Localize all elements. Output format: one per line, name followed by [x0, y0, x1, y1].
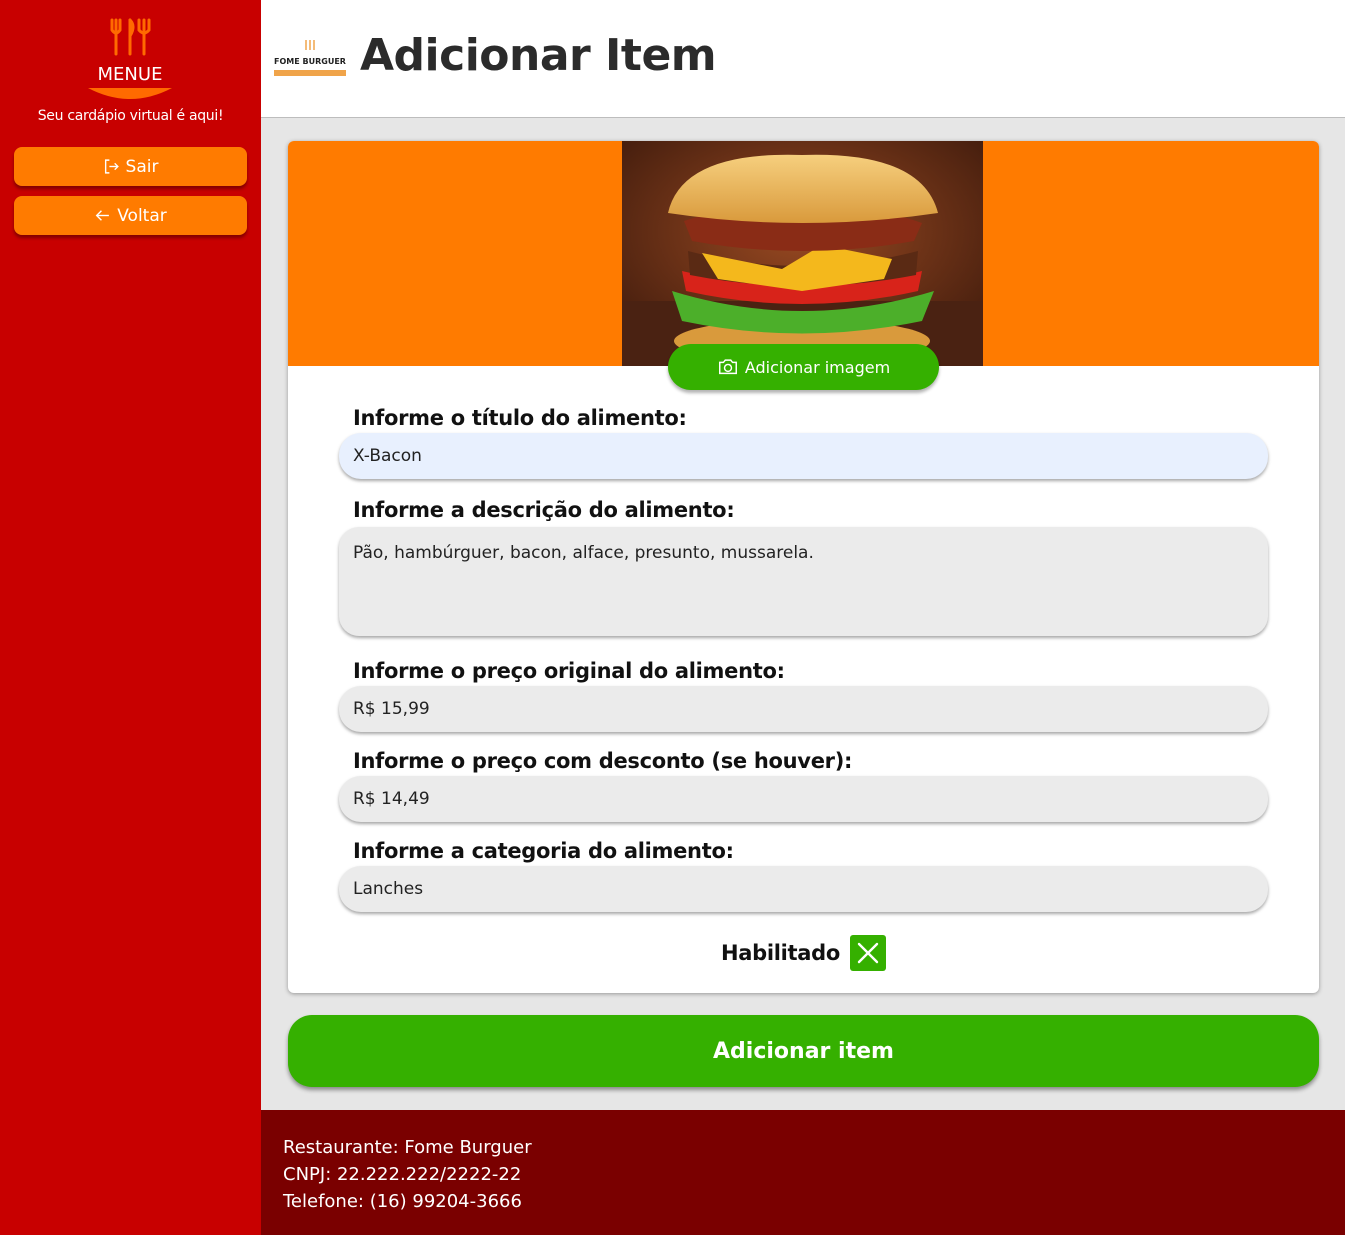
description-input[interactable]: Pão, hambúrguer, bacon, alface, presunto…: [339, 527, 1268, 636]
original-price-input[interactable]: [339, 686, 1268, 732]
add-item-card: Adicionar imagem Informe o título do ali…: [288, 141, 1319, 993]
footer: Restaurante: Fome Burguer CNPJ: 22.222.2…: [261, 1110, 1345, 1235]
header: FOME BURGUER Adicionar Item: [261, 0, 1345, 118]
original-price-label: Informe o preço original do alimento:: [353, 659, 785, 683]
title-input[interactable]: [339, 433, 1268, 479]
footer-restaurant: Restaurante: Fome Burguer: [283, 1137, 532, 1158]
discount-price-input[interactable]: [339, 776, 1268, 822]
category-label: Informe a categoria do alimento:: [353, 839, 734, 863]
page-title: Adicionar Item: [360, 30, 717, 81]
menue-logo: MENUE: [88, 18, 172, 99]
svg-text:FOME BURGUER: FOME BURGUER: [274, 57, 346, 66]
footer-phone: Telefone: (16) 99204-3666: [283, 1191, 522, 1212]
title-label: Informe o título do alimento:: [353, 406, 687, 430]
sidebar: MENUE Seu cardápio virtual é aqui! Sair …: [0, 0, 261, 1235]
arrow-left-icon: [95, 210, 110, 221]
enabled-toggle-row: Habilitado: [288, 934, 1319, 972]
back-button[interactable]: Voltar: [14, 196, 247, 235]
enabled-checkbox[interactable]: [850, 935, 887, 971]
burger-image: [622, 141, 983, 366]
check-x-icon: [857, 942, 879, 964]
back-label: Voltar: [117, 205, 167, 226]
logout-button[interactable]: Sair: [14, 147, 247, 186]
logout-label: Sair: [125, 156, 159, 177]
logout-icon: [104, 159, 119, 174]
fome-burguer-logo: FOME BURGUER: [274, 40, 346, 76]
add-image-button[interactable]: Adicionar imagem: [668, 344, 939, 390]
camera-icon: [718, 359, 737, 375]
submit-add-item-button[interactable]: Adicionar item: [288, 1015, 1319, 1087]
svg-text:MENUE: MENUE: [98, 64, 163, 85]
enabled-label: Habilitado: [720, 941, 841, 965]
add-image-label: Adicionar imagem: [744, 357, 891, 377]
category-input[interactable]: [339, 866, 1268, 912]
tagline: Seu cardápio virtual é aqui!: [37, 108, 224, 124]
discount-price-label: Informe o preço com desconto (se houver)…: [353, 749, 853, 773]
footer-cnpj: CNPJ: 22.222.222/2222-22: [283, 1164, 522, 1185]
description-label: Informe a descrição do alimento:: [353, 498, 735, 522]
